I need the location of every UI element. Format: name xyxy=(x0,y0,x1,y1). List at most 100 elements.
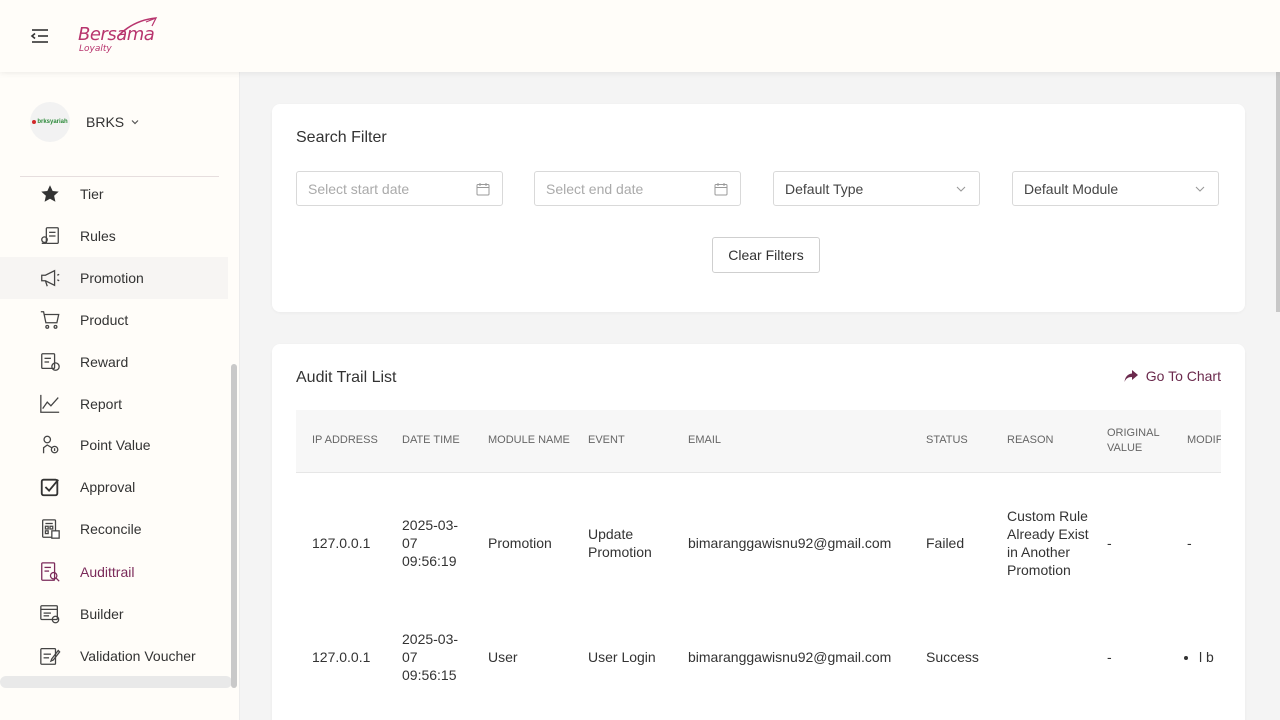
menu-collapse-icon[interactable] xyxy=(28,24,52,48)
cell-module-name: Promotion xyxy=(488,535,552,552)
megaphone-icon xyxy=(41,269,60,287)
cart-icon xyxy=(40,311,60,329)
column-header-module-name[interactable]: MODULE NAME xyxy=(472,410,572,473)
sidebar-item-label: Reconcile xyxy=(80,521,142,537)
star-icon xyxy=(41,185,59,202)
sidebar-item-label: Rules xyxy=(80,228,116,244)
cell-email: bimaranggawisnu92@gmail.com xyxy=(688,649,892,665)
sidebar-item-audittrail[interactable]: Audittrail xyxy=(0,551,228,593)
check-square-icon xyxy=(40,478,59,497)
sidebar-item-approval[interactable]: Approval xyxy=(0,466,228,508)
brand-logo[interactable]: Bersama Loyalty xyxy=(78,16,162,58)
cell-ip-address: 127.0.0.1 xyxy=(312,649,371,665)
sidebar-item-tier[interactable]: Tier xyxy=(0,173,228,215)
calendar-icon xyxy=(714,183,728,196)
chevron-down-icon xyxy=(131,120,139,125)
cell-modified: l b xyxy=(1171,614,1221,700)
sidebar-item-label: Audittrail xyxy=(80,564,135,580)
cell-module-name: User xyxy=(488,649,518,665)
cell-ip-address: 127.0.0.1 xyxy=(312,535,371,552)
sidebar-item-label: Reward xyxy=(80,354,129,370)
type-select[interactable]: Default Type xyxy=(773,171,980,206)
sidebar-item-label: Validation Voucher xyxy=(80,648,196,664)
column-header-reason[interactable]: REASON xyxy=(991,410,1091,473)
sidebar-item-report[interactable]: Report xyxy=(0,383,228,425)
cell-original-value: - xyxy=(1107,535,1112,552)
column-header-ip-address[interactable]: IP ADDRESS xyxy=(296,410,386,473)
sidebar-vertical-scrollbar[interactable] xyxy=(231,364,237,688)
cell-reason: Custom Rule Already Exist in Another Pro… xyxy=(1007,508,1089,579)
column-header-date-time[interactable]: DATE TIME xyxy=(386,410,472,473)
table-header-row: IP ADDRESS DATE TIME MODULE NAME EVENT E… xyxy=(296,410,1221,473)
column-header-modified[interactable]: MODIFIED xyxy=(1171,410,1221,473)
audit-trail-title: Audit Trail List xyxy=(296,369,397,386)
org-avatar: brksyariah xyxy=(30,102,70,142)
cell-event: Update Promotion xyxy=(588,526,652,561)
start-date-placeholder: Select start date xyxy=(308,180,410,197)
column-header-original-value[interactable]: ORIGINAL VALUE xyxy=(1091,410,1171,473)
cell-date-time: 2025-03-07 09:56:19 xyxy=(402,517,459,570)
column-header-event[interactable]: EVENT xyxy=(572,410,672,473)
sidebar-item-label: Approval xyxy=(80,479,136,495)
table-row[interactable]: 127.0.0.1 2025-03-07 09:56:19 Promotion … xyxy=(296,472,1221,614)
type-select-value: Default Type xyxy=(785,180,864,197)
cell-original-value: - xyxy=(1107,649,1112,665)
cell-modified: - xyxy=(1187,535,1192,552)
sidebar-item-reward[interactable]: Reward xyxy=(0,341,228,383)
sidebar-item-label: Point Value xyxy=(80,437,151,453)
column-header-status[interactable]: STATUS xyxy=(910,410,991,473)
sidebar-item-label: Builder xyxy=(80,606,124,622)
sidebar-item-label: Product xyxy=(80,312,129,328)
audit-trail-card: Audit Trail List Go To Chart IP ADDRESS … xyxy=(272,344,1245,720)
end-date-picker[interactable]: Select end date xyxy=(534,171,741,206)
column-header-email[interactable]: EMAIL xyxy=(672,410,910,473)
module-select[interactable]: Default Module xyxy=(1012,171,1219,206)
module-select-value: Default Module xyxy=(1024,180,1119,197)
point-value-icon xyxy=(42,435,59,454)
audit-icon xyxy=(41,562,60,582)
builder-icon xyxy=(40,605,60,624)
cell-date-time: 2025-03-07 09:56:15 xyxy=(402,631,459,683)
logo-subtext: Loyalty xyxy=(79,44,112,54)
cell-event: User Login xyxy=(588,649,656,665)
sidebar-item-rules[interactable]: Rules xyxy=(0,215,228,257)
go-to-chart-link[interactable]: Go To Chart xyxy=(1124,368,1221,384)
table-row[interactable]: 127.0.0.1 2025-03-07 09:56:15 User User … xyxy=(296,614,1221,700)
sidebar-item-point-value[interactable]: Point Value xyxy=(0,424,228,466)
audit-trail-table: IP ADDRESS DATE TIME MODULE NAME EVENT E… xyxy=(296,410,1221,700)
page-scrollbar[interactable] xyxy=(1276,72,1280,312)
sidebar-item-label: Tier xyxy=(80,186,104,202)
cell-reason xyxy=(991,614,1091,700)
search-filter-card: Search Filter Select start date Select e… xyxy=(272,104,1245,312)
search-filter-title: Search Filter xyxy=(296,129,387,146)
sidebar-item-validation-voucher[interactable]: Validation Voucher xyxy=(0,635,228,677)
calendar-icon xyxy=(476,183,490,196)
sidebar-item-label: Promotion xyxy=(80,270,144,286)
line-chart-icon xyxy=(40,394,60,413)
rules-icon xyxy=(41,227,59,244)
sidebar-horizontal-scrollbar[interactable] xyxy=(0,676,232,688)
logo-text: Bersama xyxy=(78,24,155,45)
audit-trail-table-container[interactable]: IP ADDRESS DATE TIME MODULE NAME EVENT E… xyxy=(296,410,1221,720)
reward-icon xyxy=(41,353,60,371)
sidebar-item-label: Report xyxy=(80,396,123,412)
cell-status: Failed xyxy=(926,535,965,552)
share-icon xyxy=(1124,370,1138,382)
end-date-placeholder: Select end date xyxy=(546,180,644,197)
sidebar: brksyariah BRKS Tier Rules Promotion Pro… xyxy=(0,72,240,720)
voucher-icon xyxy=(40,648,61,665)
chevron-down-icon xyxy=(1195,186,1205,192)
start-date-picker[interactable]: Select start date xyxy=(296,171,503,206)
clear-filters-button[interactable]: Clear Filters xyxy=(712,237,820,273)
chevron-down-icon xyxy=(956,186,966,192)
cell-status: Success xyxy=(926,649,979,665)
org-name: BRKS xyxy=(86,114,125,130)
cell-email: bimaranggawisnu92@gmail.com xyxy=(688,535,892,552)
reconcile-icon xyxy=(42,519,60,539)
org-switcher[interactable]: brksyariah BRKS xyxy=(30,102,140,142)
sidebar-item-builder[interactable]: Builder xyxy=(0,593,228,635)
sidebar-item-product[interactable]: Product xyxy=(0,299,228,341)
sidebar-item-promotion[interactable]: Promotion xyxy=(0,257,228,299)
sidebar-item-reconcile[interactable]: Reconcile xyxy=(0,508,228,550)
top-header: Bersama Loyalty xyxy=(0,0,1280,72)
